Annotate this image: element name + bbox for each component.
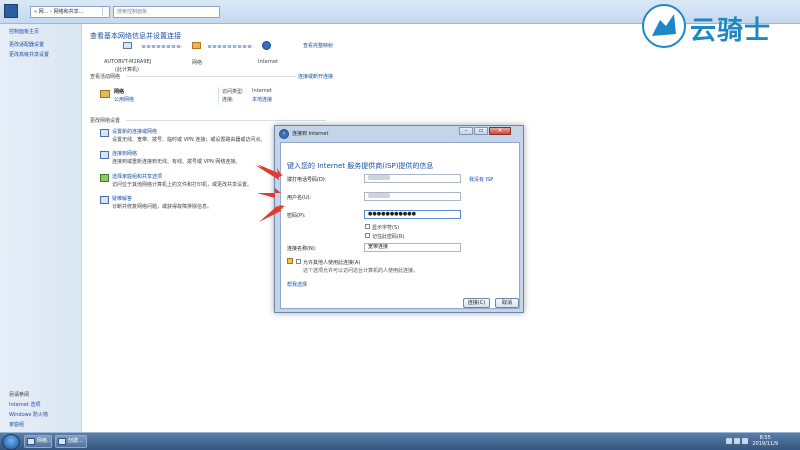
tray-network-icon[interactable] — [726, 438, 732, 444]
allow-others-label: 允许其他人使用此连接(A) — [303, 260, 361, 266]
see-also-homegroup[interactable]: 家庭组 — [9, 421, 24, 428]
map-connector — [142, 45, 182, 48]
remember-password-label: 记住此密码(R) — [372, 234, 405, 240]
search-input[interactable]: 搜索控制面板 — [113, 6, 220, 18]
annotation-arrows — [255, 164, 285, 222]
password-field[interactable]: ●●●●●●●●●●● — [364, 210, 461, 219]
left-navigation: 控制面板主页 更改适配器设置 更改高级共享设置 另请参阅 Internet 选项… — [0, 24, 82, 432]
maximize-button[interactable]: ▫ — [474, 127, 488, 135]
access-type-label: 访问类型: — [222, 89, 244, 95]
page-title: 查看基本网络信息并设置连接 — [90, 32, 181, 40]
show-chars-label: 显示字符(S) — [372, 225, 400, 231]
connection-label: 连接: — [222, 97, 234, 103]
tray-volume-icon[interactable] — [734, 438, 740, 444]
taskbar: 网络... 创建... 8:55 2019/11/9 — [0, 432, 800, 450]
arrow-icon — [255, 164, 285, 222]
computer-icon — [123, 42, 132, 49]
taskbar-task-network[interactable]: 网络... — [24, 435, 52, 448]
task-setup-connection-desc: 设置无线、宽带、拨号、临时或 VPN 连接；或设置路由器或访问点。 — [112, 137, 266, 143]
task-label: 网络... — [37, 438, 52, 444]
task-setup-connection[interactable]: 设置新的连接或网络 — [112, 128, 157, 135]
network-bench-icon — [100, 90, 110, 98]
map-computer-sub: (此计算机) — [115, 67, 139, 73]
view-full-map-link[interactable]: 查看完整映射 — [303, 42, 333, 49]
homegroup-icon — [100, 174, 109, 182]
task-homegroup[interactable]: 选择家庭组和共享选项 — [112, 173, 162, 180]
map-computer-name: AUTOBVT-M2RA9EJ — [104, 59, 152, 65]
back-arrow-icon[interactable]: ‹ — [279, 129, 289, 139]
connect-network-icon — [100, 151, 109, 159]
control-panel-icon — [4, 4, 18, 18]
knight-icon — [642, 4, 686, 48]
task-label: 创建... — [68, 438, 83, 444]
allow-others-checkbox[interactable] — [296, 259, 301, 264]
task-connect-network-desc: 连接到或重新连接到无线、有线、拨号或 VPN 网络连接。 — [112, 159, 241, 165]
connect-button[interactable]: 连接(C) — [463, 298, 490, 308]
task-homegroup-desc: 访问位于其他网络计算机上的文件和打印机，或更改共享设置。 — [112, 182, 253, 188]
access-type-value: Internet — [252, 88, 272, 94]
help-me-choose-link[interactable]: 帮我选择 — [287, 281, 307, 288]
active-networks-title: 查看活动网络 — [90, 74, 121, 80]
task-troubleshoot-desc: 诊断并修复网络问题，或获得故障排除信息。 — [112, 204, 213, 210]
clock[interactable]: 8:55 2019/11/9 — [752, 435, 778, 447]
allow-others-desc: 这个选项允许可以访问这台计算机的人使用此连接。 — [303, 268, 419, 274]
no-isp-link[interactable]: 我没有 ISP — [469, 176, 493, 183]
divider — [126, 76, 296, 77]
network-type-link[interactable]: 公用网络 — [114, 96, 134, 103]
address-field[interactable]: « 网... › 网络和共享... — [30, 6, 110, 18]
map-connector — [208, 45, 253, 48]
start-button[interactable] — [2, 434, 20, 450]
connection-name-label: 连接名称(N): — [287, 246, 317, 252]
active-network-name: 网络 — [114, 89, 125, 95]
network-icon — [192, 42, 201, 49]
phone-number-field[interactable] — [364, 174, 461, 183]
new-connection-icon — [100, 129, 109, 137]
local-connection-link[interactable]: 本地连接 — [252, 96, 272, 103]
map-network-label: 网络 — [192, 60, 203, 66]
clock-date: 2019/11/9 — [752, 441, 778, 447]
connect-window-icon — [58, 438, 66, 445]
see-also-internet-options[interactable]: Internet 选项 — [9, 401, 40, 408]
nav-change-advanced-sharing[interactable]: 更改高级共享设置 — [9, 51, 49, 58]
divider — [126, 120, 326, 121]
task-connect-network[interactable]: 连接到网络 — [112, 150, 137, 157]
globe-icon — [262, 41, 271, 50]
connection-name-field[interactable]: 宽带连接 — [364, 243, 461, 252]
watermark-logo: 云骑士 — [642, 4, 792, 50]
see-also-title: 另请参阅 — [9, 392, 30, 398]
change-settings-title: 更改网络设置 — [90, 118, 121, 124]
nav-change-adapter-settings[interactable]: 更改适配器设置 — [9, 41, 44, 48]
refresh-button[interactable] — [102, 7, 109, 16]
connect-disconnect-link[interactable]: 连接或断开连接 — [298, 73, 333, 80]
show-chars-checkbox[interactable] — [365, 224, 370, 229]
troubleshoot-icon — [100, 196, 109, 204]
watermark-text: 云骑士 — [690, 16, 772, 46]
network-window-icon — [27, 438, 35, 445]
nav-control-panel-home[interactable]: 控制面板主页 — [9, 28, 39, 35]
close-button[interactable]: × — [489, 127, 511, 135]
dialog-title: 连接到 Internet — [292, 131, 329, 137]
cancel-button[interactable]: 取消 — [495, 298, 519, 308]
divider — [218, 87, 219, 105]
taskbar-task-create[interactable]: 创建... — [55, 435, 87, 448]
map-internet-label: Internet — [258, 59, 278, 65]
remember-password-checkbox[interactable] — [365, 233, 370, 238]
task-troubleshoot[interactable]: 疑难解答 — [112, 195, 132, 202]
see-also-windows-firewall[interactable]: Windows 防火墙 — [9, 411, 48, 418]
username-field[interactable] — [364, 192, 461, 201]
minimize-button[interactable]: – — [459, 127, 473, 135]
shield-icon — [287, 258, 293, 264]
tray-flag-icon[interactable] — [742, 438, 748, 444]
dialog-body: 键入您的 Internet 服务提供商(ISP)提供的信息 拨打电话号码(D):… — [280, 142, 520, 309]
